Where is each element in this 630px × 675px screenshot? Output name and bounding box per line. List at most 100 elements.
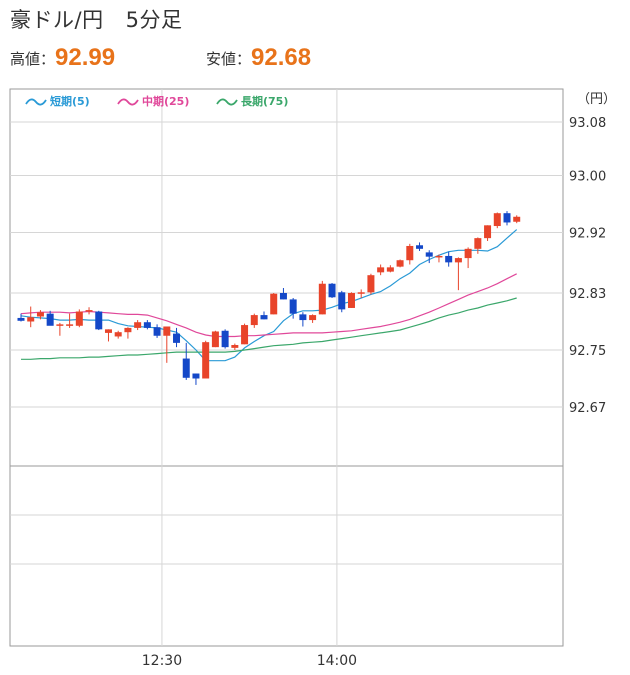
candle-body [134, 322, 142, 328]
candle-body [309, 315, 317, 321]
candle [231, 343, 239, 350]
candle-body [425, 252, 433, 257]
candle [445, 251, 453, 267]
candle-body [484, 225, 492, 239]
candle [484, 225, 492, 241]
candle-body [163, 326, 171, 336]
candle-body [17, 317, 25, 321]
candle-body [396, 260, 404, 267]
candle [318, 280, 326, 315]
candle-body [318, 283, 326, 315]
candle [95, 310, 103, 331]
legend-swatch [216, 98, 238, 106]
candle-body [377, 267, 385, 273]
candle [56, 322, 64, 336]
candle-body [416, 245, 424, 249]
candle [173, 327, 181, 348]
candle-body [95, 311, 103, 330]
candle [202, 340, 210, 379]
candle [163, 326, 171, 363]
candle [75, 309, 83, 328]
candle-body [192, 373, 200, 379]
candle [46, 310, 54, 326]
y-tick-label: 93.00 [569, 169, 606, 184]
candle [309, 314, 317, 323]
candle-body [114, 332, 122, 337]
candle [182, 342, 190, 380]
candle [377, 264, 385, 276]
candle-body [493, 213, 501, 227]
candle-body [153, 327, 161, 336]
candle [221, 329, 229, 349]
y-axis: （円） 93.08 93.00 92.92 92.83 92.75 92.67 [569, 92, 616, 416]
candle [192, 373, 200, 385]
candle-body [250, 315, 258, 326]
legend-swatch [117, 98, 139, 106]
candle-body [241, 325, 249, 345]
candle-body [406, 245, 414, 261]
candle-body [221, 330, 229, 348]
chart-legend: 短期(5) 中期(25) 長期(75) [25, 94, 288, 108]
candle-body [104, 329, 112, 333]
candle [406, 243, 414, 265]
candle [454, 257, 462, 291]
candle [241, 323, 249, 345]
candle [347, 292, 355, 308]
legend-label: 中期(25) [142, 94, 189, 108]
candle [17, 313, 25, 322]
chart-frame [9, 88, 564, 647]
candle [299, 312, 307, 327]
candle-body [347, 293, 355, 308]
legend-label: 短期(5) [50, 94, 90, 108]
candle [279, 288, 287, 300]
candle [493, 212, 501, 229]
x-axis: 12:30 14:00 [142, 653, 357, 669]
candle-body [270, 293, 278, 315]
candle-body [367, 275, 375, 293]
candle-body [435, 255, 443, 258]
candle-body [75, 311, 83, 326]
candle-body [289, 299, 297, 314]
candle [367, 273, 375, 295]
y-tick-label: 92.92 [569, 226, 606, 241]
candle [338, 290, 346, 313]
candle [260, 311, 268, 320]
y-tick-label: 93.08 [569, 116, 606, 131]
candle [134, 320, 142, 331]
candle-body [386, 267, 394, 272]
candle [66, 313, 74, 328]
price-chart: 短期(5) 中期(25) 長期(75) （円） 93.08 93.00 92.92 92.… [9, 88, 616, 669]
candle [513, 215, 521, 224]
candle-body [464, 248, 472, 259]
moving-averages [20, 229, 518, 362]
candle-body [124, 327, 132, 333]
y-tick-label: 92.67 [569, 401, 606, 416]
candle-body [85, 310, 93, 312]
candle-body [46, 313, 54, 326]
candle-body [445, 255, 453, 263]
candle-body [474, 238, 482, 249]
candle-body [202, 342, 210, 379]
candle [328, 283, 336, 298]
candle-body [503, 213, 511, 223]
legend-swatch [25, 98, 47, 106]
candle [85, 307, 93, 315]
candle-body [182, 358, 190, 378]
candle [153, 324, 161, 338]
candle-body [357, 292, 365, 294]
candle [474, 237, 482, 254]
candle [104, 329, 112, 342]
candle [396, 259, 404, 268]
candle-body [211, 331, 219, 348]
candles [17, 211, 521, 385]
candle [250, 313, 258, 328]
candle-body [231, 345, 239, 348]
candle [503, 211, 511, 226]
candle [386, 265, 394, 273]
candle-body [66, 324, 74, 326]
candle [124, 327, 132, 339]
candle-body [36, 312, 44, 317]
y-tick-label: 92.83 [569, 287, 606, 302]
candle-body [279, 293, 287, 300]
x-tick-label: 12:30 [142, 653, 182, 669]
